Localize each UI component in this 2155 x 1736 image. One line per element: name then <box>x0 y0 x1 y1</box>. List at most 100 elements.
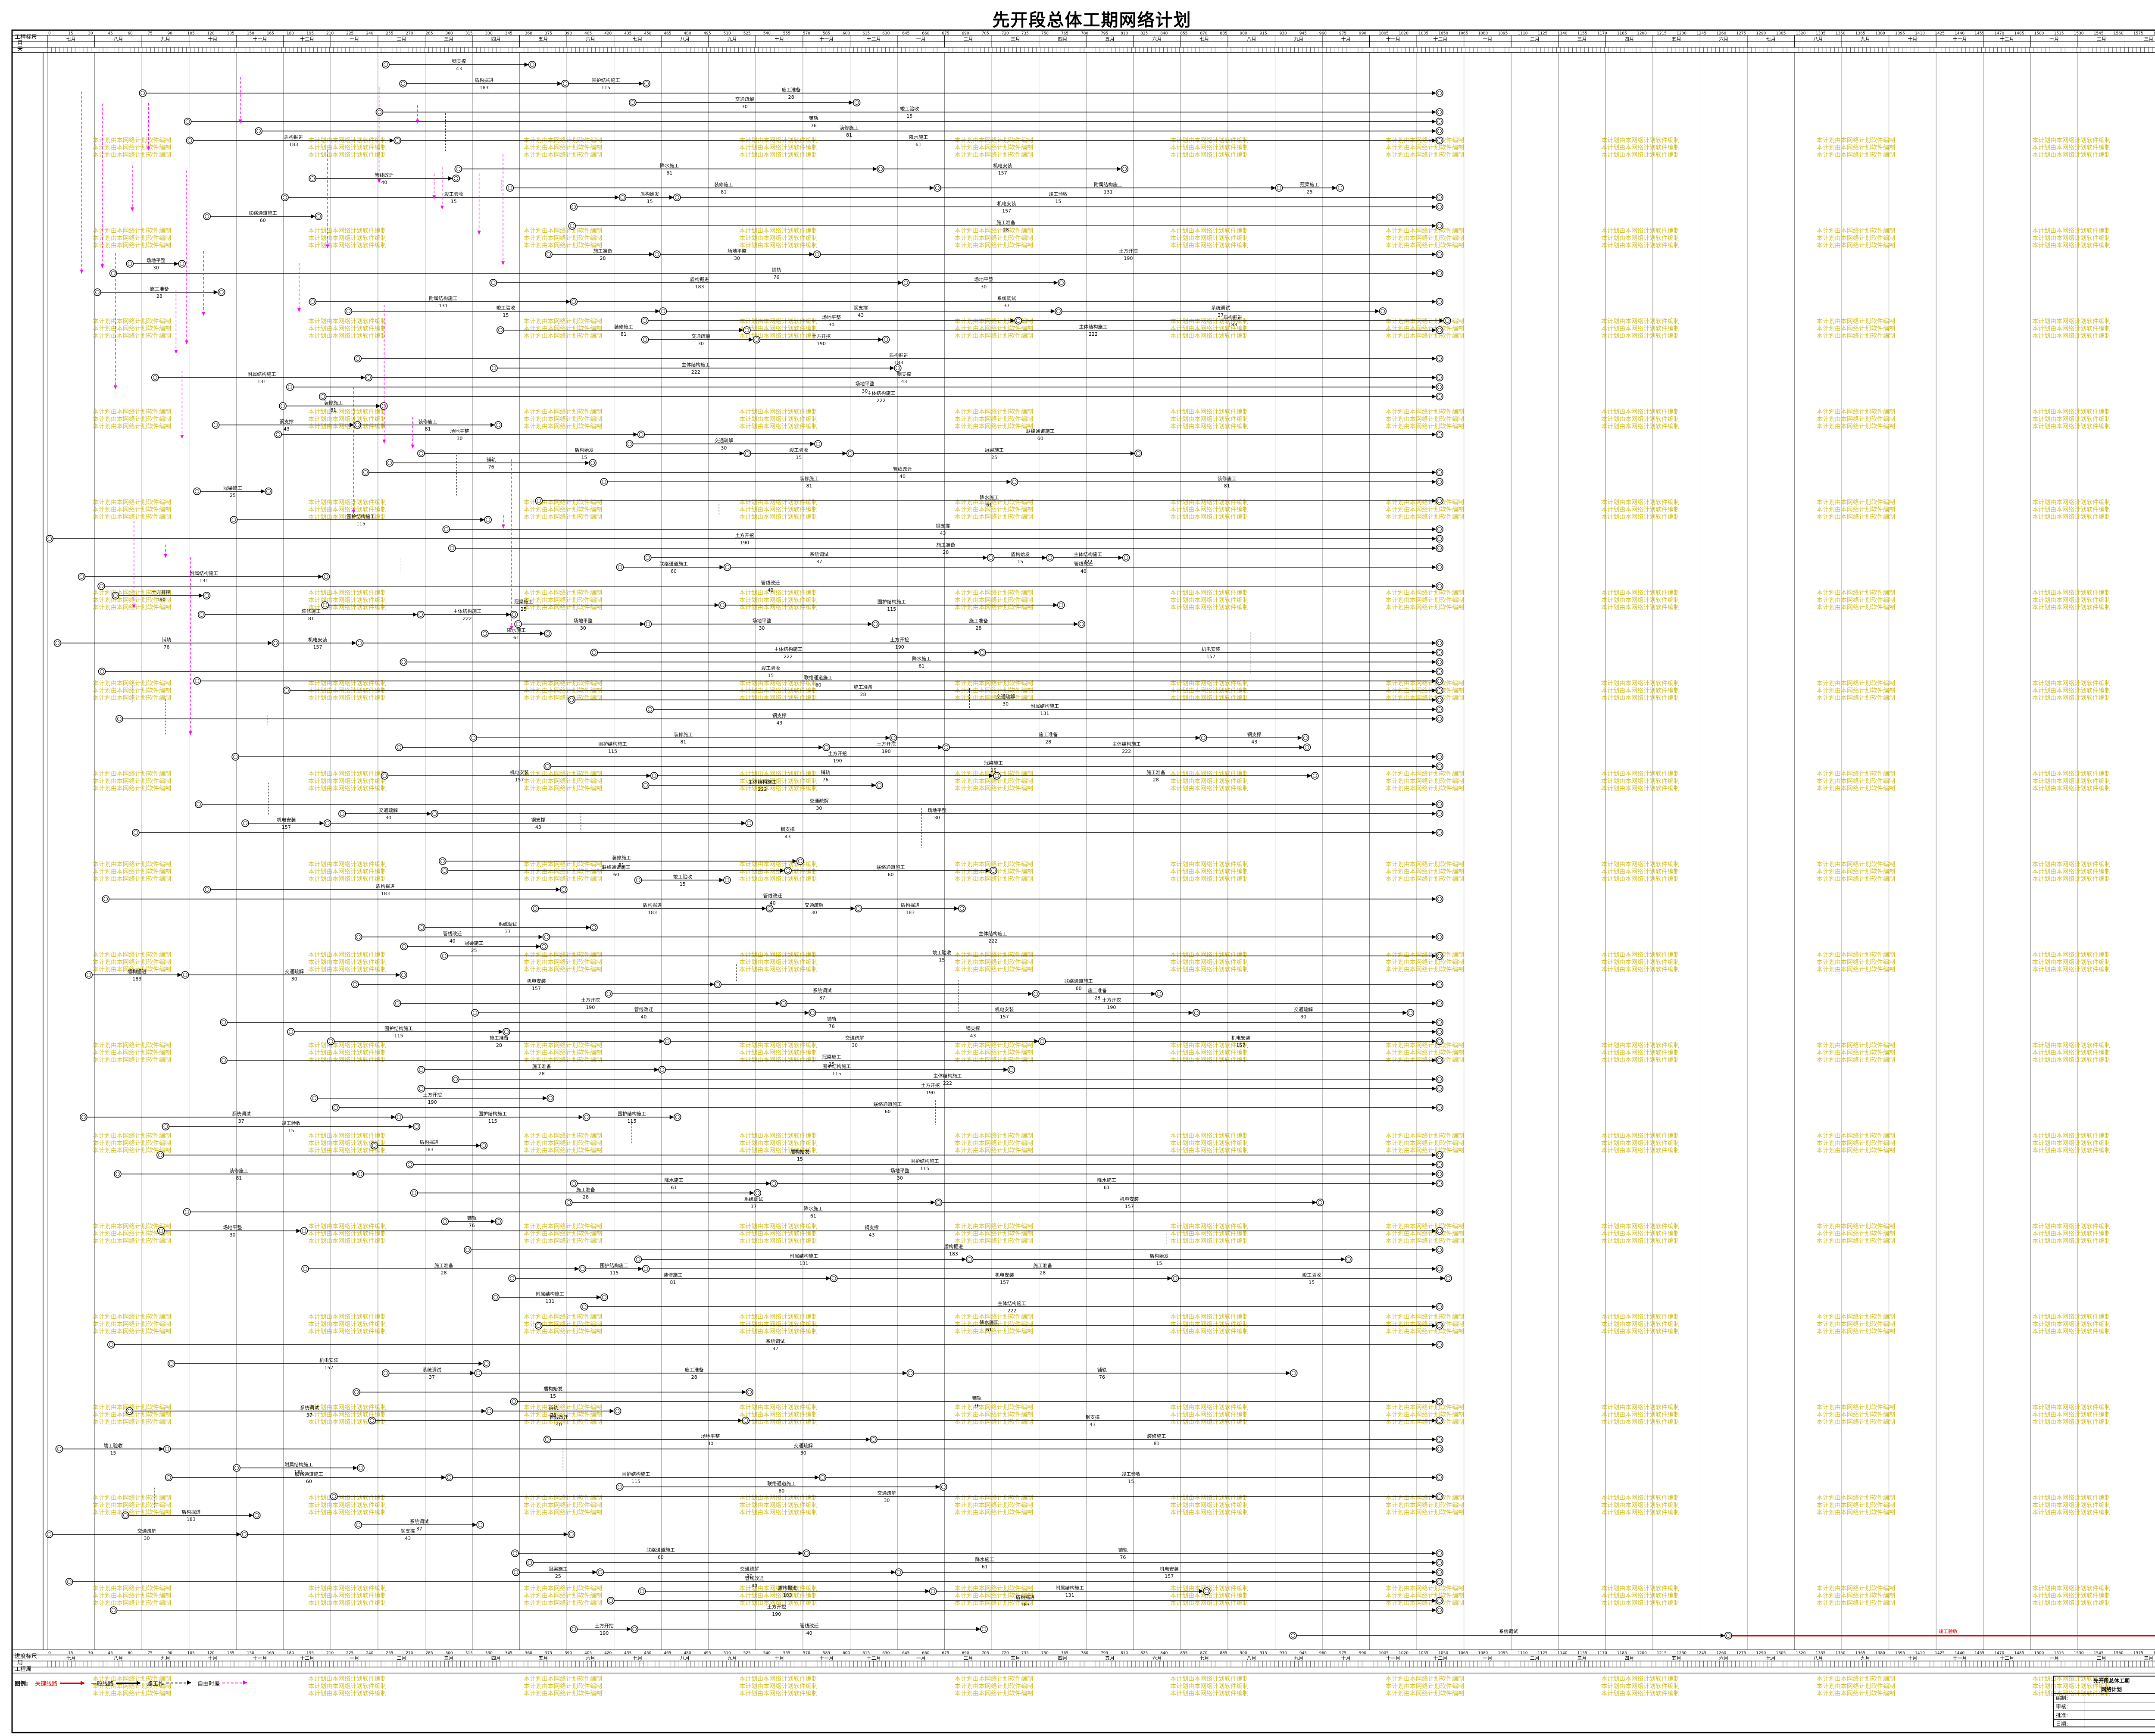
activity-label: 43 <box>535 824 541 830</box>
activity-label: 61 <box>918 663 924 669</box>
event-node <box>65 1578 73 1586</box>
activity-label: 25 <box>991 455 997 460</box>
watermark-text: 本计划由本网络计划软件编制 <box>955 1683 1033 1690</box>
activity-label: 15 <box>1017 559 1023 565</box>
scale-tick-label: 480 <box>684 31 691 36</box>
arrow-head <box>810 442 815 446</box>
month-label-30: 一月 <box>1483 36 1492 42</box>
activity-label: 降水施工 <box>1097 1177 1116 1183</box>
scale-tick-label: 1020 <box>1399 31 1409 36</box>
watermark-text: 本计划由本网络计划软件编制 <box>1386 778 1464 785</box>
scale-tick-label: 600 <box>843 31 850 36</box>
event-node <box>197 611 206 618</box>
event-node <box>186 137 194 144</box>
activity-label: 76 <box>974 1403 980 1408</box>
watermark-text: 本计划由本网络计划软件编制 <box>308 1502 387 1509</box>
activity-label: 190 <box>740 540 749 546</box>
arrow-head <box>1432 1343 1436 1347</box>
watermark-text: 本计划由本网络计划软件编制 <box>1601 1404 1680 1411</box>
activity-label: 81 <box>1153 1441 1159 1446</box>
event-node <box>94 288 101 296</box>
watermark-text: 本计划由本网络计划软件编制 <box>2032 1328 2111 1335</box>
activity-label: 60 <box>888 872 894 877</box>
legend: 图例: 关键线路 一般线路 虚工作 自由时差 <box>15 1677 248 1689</box>
scale-tick-label: 30 <box>88 31 93 36</box>
arrow-head <box>1432 1172 1436 1176</box>
scale-tick-label: 1440 <box>1955 1651 1964 1655</box>
event-node <box>469 734 478 742</box>
event-node <box>53 639 62 647</box>
scale-tick-label: 855 <box>1180 1651 1187 1655</box>
activity-label: 40 <box>899 474 906 479</box>
event-node <box>157 1227 165 1235</box>
event-node <box>780 999 787 1007</box>
event-node <box>965 1255 974 1263</box>
watermark-text: 本计划由本网络计划软件编制 <box>524 778 602 785</box>
activity-label: 钢支撑 <box>452 58 466 64</box>
activity-label: 竣工验收 <box>789 447 808 453</box>
activity-label: 铺轨 <box>162 637 171 643</box>
scale-tick-label: 225 <box>346 31 353 36</box>
watermark-text: 本计划由本网络计划软件编制 <box>93 861 171 868</box>
event-node <box>742 1417 750 1424</box>
watermark-text: 本计划由本网络计划软件编制 <box>2032 1411 2111 1418</box>
scale-tick-label: 645 <box>902 1651 909 1655</box>
month-label-6: 一月 <box>350 36 359 42</box>
arrow-head <box>850 906 855 911</box>
watermark-text: 本计划由本网络计划软件编制 <box>524 868 602 875</box>
event-node <box>1078 620 1086 628</box>
event-node <box>375 108 384 116</box>
event-node <box>1171 1274 1179 1282</box>
event-node <box>220 1056 228 1064</box>
activity-label: 28 <box>539 1071 545 1077</box>
scale-tick-label: 1335 <box>1816 1651 1826 1655</box>
scale-tick-label: 765 <box>1061 1651 1068 1655</box>
event-node <box>894 364 902 372</box>
activity-label: 183 <box>289 142 298 147</box>
scale-tick-label: 1305 <box>1776 1651 1786 1655</box>
watermark-text: 本计划由本网络计划软件编制 <box>1817 242 1895 249</box>
scale-tick-label: 465 <box>664 31 671 36</box>
activity-label: 37 <box>416 1526 422 1532</box>
watermark-text: 本计划由本网络计划软件编制 <box>524 1509 602 1516</box>
event-node <box>362 468 369 476</box>
scale-tick-label: 1080 <box>1478 1651 1488 1655</box>
watermark-text: 本计划由本网络计划软件编制 <box>739 771 818 777</box>
month-label-35: 六月 <box>1719 36 1728 42</box>
activity-label: 场地平整 <box>147 257 166 263</box>
event-node <box>178 260 186 268</box>
scale-tick-label: 975 <box>1339 1651 1346 1655</box>
month-label-bottom-43: 二月 <box>2097 1655 2106 1661</box>
scale-tick-label: 315 <box>465 1651 473 1655</box>
event-node <box>315 212 323 220</box>
watermark-text: 本计划由本网络计划软件编制 <box>93 228 171 234</box>
watermark-text: 本计划由本网络计划软件编制 <box>2032 1133 2111 1140</box>
arrow-head <box>1432 195 1436 200</box>
watermark-text: 本计划由本网络计划软件编制 <box>1601 952 1680 959</box>
activity-label: 围护结构施工 <box>478 1111 507 1117</box>
critical-activity-label: 竣工验收 <box>1939 1628 1958 1634</box>
scale-tick-label: 1350 <box>1836 1651 1846 1655</box>
event-node <box>658 1066 666 1074</box>
watermark-text: 本计划由本网络计划软件编制 <box>1601 1314 1680 1321</box>
scale-tick-label: 1380 <box>1875 31 1885 36</box>
arrow-head <box>1432 1077 1436 1081</box>
scale-tick-label: 405 <box>584 1651 592 1655</box>
watermark-text: 本计划由本网络计划软件编制 <box>1817 423 1895 430</box>
event-node <box>1436 1398 1443 1405</box>
watermark-text: 本计划由本网络计划软件编制 <box>1386 416 1464 423</box>
arrow-head <box>1074 622 1078 626</box>
event-node <box>474 1369 482 1377</box>
activity-label: 盾构掘进 <box>690 276 709 282</box>
scale-tick-label: 15 <box>68 1651 73 1655</box>
event-node <box>445 1474 453 1481</box>
scale-tick-label: 690 <box>962 1651 969 1655</box>
event-node <box>854 905 862 912</box>
month-label-bottom-22: 五月 <box>1105 1655 1115 1661</box>
activity-label: 联络通道施工 <box>295 1471 323 1477</box>
arrow-head <box>762 906 766 911</box>
watermark-text: 本计划由本网络计划软件编制 <box>1170 604 1249 611</box>
activity-label: 76 <box>822 777 828 783</box>
watermark-text: 本计划由本网络计划软件编制 <box>524 1495 602 1502</box>
activity-label: 联络通道施工 <box>602 864 631 870</box>
